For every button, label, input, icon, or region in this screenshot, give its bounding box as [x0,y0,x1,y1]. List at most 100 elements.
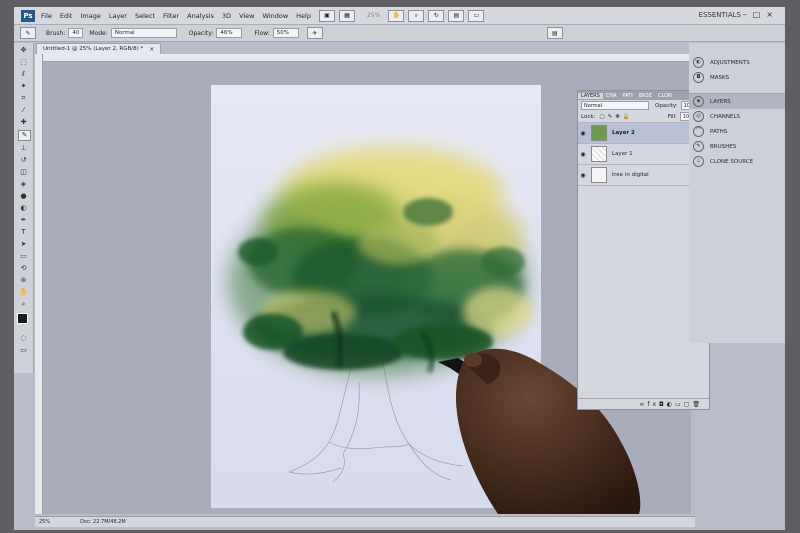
path-select-icon[interactable]: ➤ [18,240,29,249]
3d-rotate-icon[interactable]: ⟲ [18,264,29,273]
dock-item-label: BRUSHES [710,143,737,150]
visibility-eye-icon[interactable]: ◉ [578,151,588,158]
screen-mode-icon[interactable]: ▭ [468,9,485,22]
link-layers-icon[interactable]: ∞ [639,401,647,408]
new-layer-icon[interactable]: ▢ [684,401,693,408]
menu-image[interactable]: Image [80,12,100,20]
dock-adjustments[interactable]: ◐ ADJUSTMENTS [689,55,785,70]
menu-analysis[interactable]: Analysis [187,12,214,20]
tab-clone-source[interactable]: CLON [655,93,675,99]
opacity-field[interactable]: 46% [216,28,243,38]
close-icon[interactable]: × [149,46,154,53]
brushes-icon: ✎ [693,141,704,152]
healing-brush-icon[interactable]: ✚ [18,118,29,127]
3d-orbit-icon[interactable]: ⊛ [18,276,29,285]
dodge-tool-icon[interactable]: ◐ [18,204,29,213]
menu-layer[interactable]: Layer [109,12,127,20]
pen-tool-icon[interactable]: ✒ [18,216,29,225]
crop-tool-icon[interactable]: ⌗ [18,94,29,103]
hand-tool-icon[interactable]: ✋ [18,288,29,297]
dock-paths[interactable]: ⌒ PATHS [689,124,785,139]
right-dock: ◐ ADJUSTMENTS ◘ MASKS ◈ LAYERS ◎ CHANNEL… [689,43,785,343]
tab-layers[interactable]: LAYERS [578,92,603,99]
mode-select[interactable]: Normal [110,28,177,38]
quick-mask-icon[interactable]: ◌ [18,334,29,343]
menu-window[interactable]: Window [263,12,289,20]
dock-channels[interactable]: ◎ CHANNELS [689,109,785,124]
menu-file[interactable]: File [41,12,52,20]
menu-filter[interactable]: Filter [163,12,179,20]
dock-item-label: CHANNELS [710,113,740,120]
menu-3d[interactable]: 3D [222,12,231,20]
type-tool-icon[interactable]: T [18,228,29,237]
dock-brushes[interactable]: ✎ BRUSHES [689,139,785,154]
menu-view[interactable]: View [239,12,254,20]
status-zoom[interactable]: 25% [39,519,50,525]
marquee-tool-icon[interactable]: ⬚ [18,58,29,67]
blur-tool-icon[interactable]: ● [18,192,29,201]
panel-toggle-icon[interactable]: ▤ [546,27,563,39]
brush-tool-icon-active[interactable]: ✎ [18,130,31,141]
fill-label: Fill: [667,113,677,120]
status-doc-info[interactable]: Doc: 22.7M/48.2M [80,519,126,525]
visibility-eye-icon[interactable]: ◉ [578,130,588,137]
history-brush-icon[interactable]: ↺ [18,156,29,165]
ruler-vertical [35,54,43,514]
zoom-icon[interactable]: ⌕ [408,9,425,22]
airbrush-icon[interactable]: ✈ [306,27,323,39]
channels-icon: ◎ [693,111,704,122]
lock-position-icon[interactable]: ✥ [615,114,620,120]
move-tool-icon[interactable]: ✥ [18,46,29,55]
new-group-icon[interactable]: ▭ [675,401,684,408]
layer-name[interactable]: Layer 1 [612,151,633,157]
eyedropper-icon[interactable]: ⁄ [18,106,29,115]
dock-clone-source[interactable]: ⊥ CLONE SOURCE [689,154,785,169]
zoom-tool-icon[interactable]: ⌕ [18,300,29,309]
lock-label: Lock: [581,113,596,120]
lock-image-icon[interactable]: ✎ [608,114,613,120]
tab-brushes[interactable]: BRSE [636,93,655,99]
color-swatches[interactable] [14,313,33,331]
screen-mode-tool-icon[interactable]: ▭ [18,346,29,355]
layer-thumbnail [591,146,607,162]
clone-stamp-icon[interactable]: ⊥ [18,144,29,153]
brush-size[interactable]: 40 [68,28,84,38]
lasso-tool-icon[interactable]: ℓ [18,70,29,79]
brush-tool-icon[interactable]: ✎ [20,27,36,39]
toolbox: ✥ ⬚ ℓ ✦ ⌗ ⁄ ✚ ✎ ⊥ ↺ ◫ ◈ ● ◐ ✒ T ➤ ▭ ⟲ ⊛ … [14,43,34,373]
layer-name[interactable]: tree in digital [612,172,649,178]
lock-transparent-icon[interactable]: ▢ [599,114,604,120]
flow-field[interactable]: 50% [272,28,299,38]
shape-tool-icon[interactable]: ▭ [18,252,29,261]
hand-icon[interactable]: ✋ [388,9,405,22]
ps-logo: Ps [21,9,35,22]
dock-layers[interactable]: ◈ LAYERS [689,94,785,109]
dock-masks[interactable]: ◘ MASKS [689,70,785,85]
tab-channels[interactable]: CHA [603,93,620,99]
window-controls[interactable]: –□× [743,10,779,19]
lock-all-icon[interactable]: 🔒 [623,114,630,120]
tab-paths[interactable]: PATI [619,93,635,99]
layer-style-icon[interactable]: fx [647,401,659,408]
rotate-view-icon[interactable]: ↻ [428,9,445,22]
zoom-level[interactable]: 25% [367,12,380,19]
paint-bucket-icon[interactable]: ◈ [18,180,29,189]
bridge-icon[interactable]: ▣ [318,9,335,22]
adjustments-icon: ◐ [693,57,704,68]
blend-mode-select[interactable]: Normal [581,101,649,110]
workspace-switcher[interactable]: ESSENTIALS [699,11,741,19]
magic-wand-icon[interactable]: ✦ [18,82,29,91]
add-mask-icon[interactable]: ◘ [659,401,667,408]
dock-item-label: LAYERS [710,98,731,105]
delete-layer-icon[interactable]: 🗑 [692,401,703,408]
menu-select[interactable]: Select [135,12,155,20]
visibility-eye-icon[interactable]: ◉ [578,172,588,179]
arrange-documents-icon[interactable]: ▤ [448,9,465,22]
menu-edit[interactable]: Edit [60,12,73,20]
menu-help[interactable]: Help [296,12,311,20]
foreground-color-swatch[interactable] [17,313,28,324]
eraser-icon[interactable]: ◫ [18,168,29,177]
adjustment-layer-icon[interactable]: ◐ [667,401,675,408]
view-extras-icon[interactable]: ▦ [338,9,355,22]
layer-name[interactable]: Layer 2 [612,130,635,136]
